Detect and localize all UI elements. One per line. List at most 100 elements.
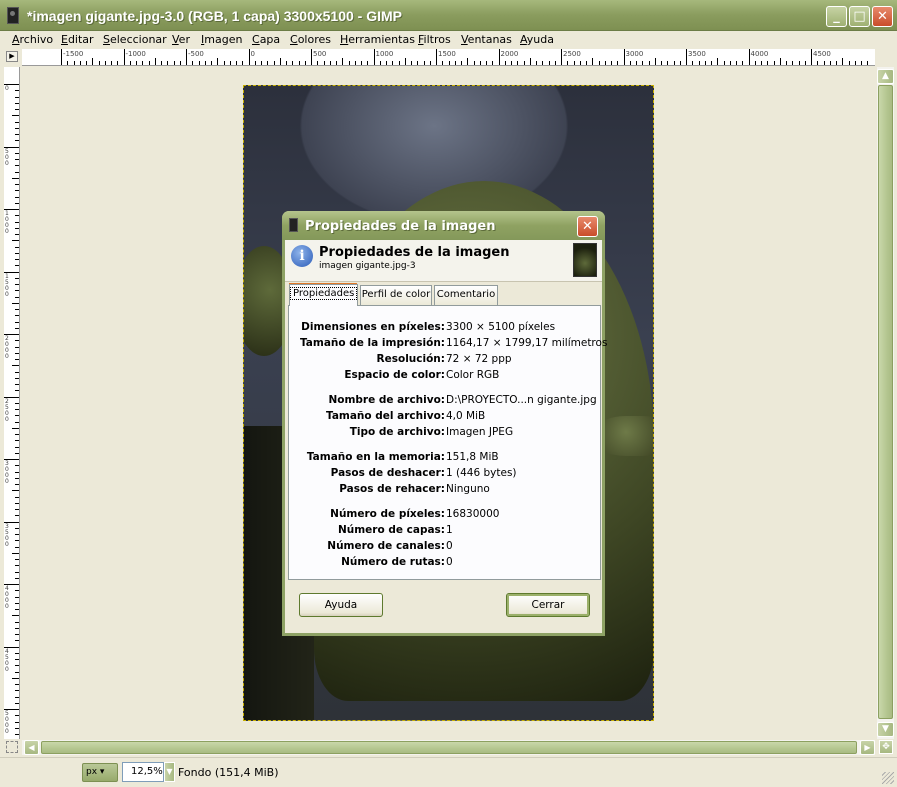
help-button[interactable]: Ayuda	[299, 593, 383, 617]
ruler-minor-tick	[15, 665, 19, 667]
ruler-minor-tick	[15, 352, 19, 354]
ruler-minor-tick	[223, 61, 225, 65]
menu-seleccionar[interactable]: Seleccionar	[103, 33, 167, 46]
scroll-left-icon[interactable]: ◀	[24, 740, 39, 755]
menu-archivo[interactable]: Archivo	[12, 33, 53, 46]
prop-value-channels: 0	[446, 540, 453, 552]
maximize-button[interactable]: □	[849, 6, 870, 27]
ruler-label: 1500	[438, 50, 456, 58]
menu-ver[interactable]: Ver	[172, 33, 190, 46]
ruler-minor-tick	[15, 377, 19, 379]
close-window-button[interactable]: ✕	[872, 6, 893, 27]
horizontal-scrollbar[interactable]: ◀ ▶	[22, 740, 875, 755]
ruler-label: 0	[5, 85, 9, 92]
gimp-app-icon[interactable]	[7, 7, 19, 24]
scroll-up-icon[interactable]: ▲	[877, 69, 894, 84]
ruler-minor-tick	[15, 109, 19, 110]
ruler-label: 2000	[500, 50, 519, 58]
zoom-input[interactable]: 12,5%	[122, 762, 164, 782]
ruler-label: 1000	[5, 210, 9, 235]
ruler-minor-tick	[15, 296, 19, 298]
ruler-minor-tick	[15, 190, 19, 192]
menu-filtros[interactable]: Filtros	[418, 33, 451, 46]
ruler-minor-tick	[573, 61, 575, 65]
ruler-minor-tick	[173, 61, 175, 65]
ruler-minor-tick	[15, 696, 19, 698]
ruler-minor-tick	[542, 61, 544, 65]
close-dialog-button[interactable]: Cerrar	[506, 593, 590, 617]
ruler-minor-tick	[15, 390, 19, 392]
ruler-minor-tick	[323, 61, 325, 65]
prop-label-channels: Número de canales:	[327, 540, 445, 552]
window-title-bar[interactable]: *imagen gigante.jpg-3.0 (RGB, 1 capa) 33…	[0, 0, 897, 31]
vertical-ruler[interactable]: 0 500 1000 1500 2000 2500 3000 3500 4000 4500 5000	[4, 67, 20, 739]
prop-label-dimensions: Dimensiones en píxeles:	[301, 321, 445, 333]
menu-ventanas[interactable]: Ventanas	[461, 33, 512, 46]
ruler-minor-tick	[15, 734, 19, 735]
ruler-minor-tick	[242, 61, 244, 65]
menu-editar[interactable]: Editar	[61, 33, 94, 46]
ruler-minor-tick	[861, 61, 862, 65]
dialog-subheading: imagen gigante.jpg-3	[319, 261, 416, 271]
menu-colores[interactable]: Colores	[290, 33, 331, 46]
vertical-scroll-thumb[interactable]	[878, 85, 893, 719]
ruler-label: 1500	[5, 272, 9, 298]
ruler-menu-button[interactable]: ▶	[6, 51, 18, 62]
ruler-minor-tick	[15, 102, 19, 104]
resize-grip-icon[interactable]	[882, 772, 894, 784]
ruler-minor-tick	[454, 61, 456, 65]
ruler-minor-tick	[617, 61, 619, 65]
ruler-minor-tick	[467, 58, 469, 65]
ruler-minor-tick	[161, 61, 162, 65]
menu-capa[interactable]: Capa	[252, 33, 280, 46]
dialog-title-bar[interactable]: Propiedades de la imagen ✕	[282, 211, 605, 240]
menu-herramientas[interactable]: Herramientas	[340, 33, 415, 46]
minimize-button[interactable]: _	[826, 6, 847, 27]
ruler-label: 3500	[5, 522, 9, 548]
navigate-icon[interactable]: ✥	[879, 740, 893, 754]
ruler-minor-tick	[429, 61, 431, 65]
ruler-minor-tick	[386, 61, 387, 65]
ruler-minor-tick	[15, 152, 19, 154]
ruler-minor-tick	[15, 159, 19, 160]
ruler-minor-tick	[348, 61, 350, 65]
horizontal-ruler[interactable]: -1500 -1000 -500 0 500 1000 1500 2000 2500 3000 35…	[22, 49, 875, 66]
ruler-minor-tick	[554, 61, 556, 65]
unit-select[interactable]: px ▾	[82, 763, 118, 782]
ruler-minor-tick	[15, 496, 19, 498]
tab-propiedades[interactable]: Propiedades	[289, 284, 358, 306]
ruler-minor-tick	[848, 61, 850, 65]
zoom-dropdown-icon[interactable]: ▼	[164, 762, 175, 782]
dialog-close-button[interactable]: ✕	[577, 216, 598, 237]
ruler-minor-tick	[15, 134, 19, 135]
ruler-minor-tick	[15, 484, 19, 485]
prop-label-print-size: Tamaño de la impresión:	[300, 337, 445, 349]
ruler-minor-tick	[317, 61, 319, 65]
quick-mask-toggle[interactable]	[6, 741, 18, 753]
menu-ayuda[interactable]: Ayuda	[520, 33, 554, 46]
ruler-minor-tick	[267, 61, 269, 65]
menu-imagen[interactable]: Imagen	[201, 33, 242, 46]
ruler-minor-tick	[15, 671, 19, 673]
ruler-minor-tick	[361, 61, 362, 65]
ruler-minor-tick	[192, 61, 194, 65]
ruler-minor-tick	[854, 61, 856, 65]
ruler-minor-tick	[579, 61, 581, 65]
ruler-major-tick	[623, 49, 625, 65]
ruler-minor-tick	[15, 96, 19, 98]
ruler-minor-tick	[754, 61, 756, 65]
ruler-minor-tick	[15, 634, 19, 635]
tab-perfil-de-color[interactable]: Perfil de color	[360, 285, 432, 305]
tab-comentario[interactable]: Comentario	[434, 285, 498, 305]
ruler-minor-tick	[423, 61, 425, 65]
ruler-label: 2000	[5, 335, 9, 360]
scroll-right-icon[interactable]: ▶	[860, 740, 875, 755]
ruler-major-tick	[186, 49, 187, 65]
ruler-minor-tick	[729, 61, 731, 65]
scroll-down-icon[interactable]: ▼	[877, 722, 894, 737]
vertical-scrollbar[interactable]: ▲ ▼	[877, 67, 894, 739]
prop-label-pixels: Número de píxeles:	[330, 508, 445, 520]
horizontal-scroll-thumb[interactable]	[41, 741, 857, 754]
ruler-minor-tick	[15, 284, 19, 285]
ruler-minor-tick	[711, 61, 712, 65]
